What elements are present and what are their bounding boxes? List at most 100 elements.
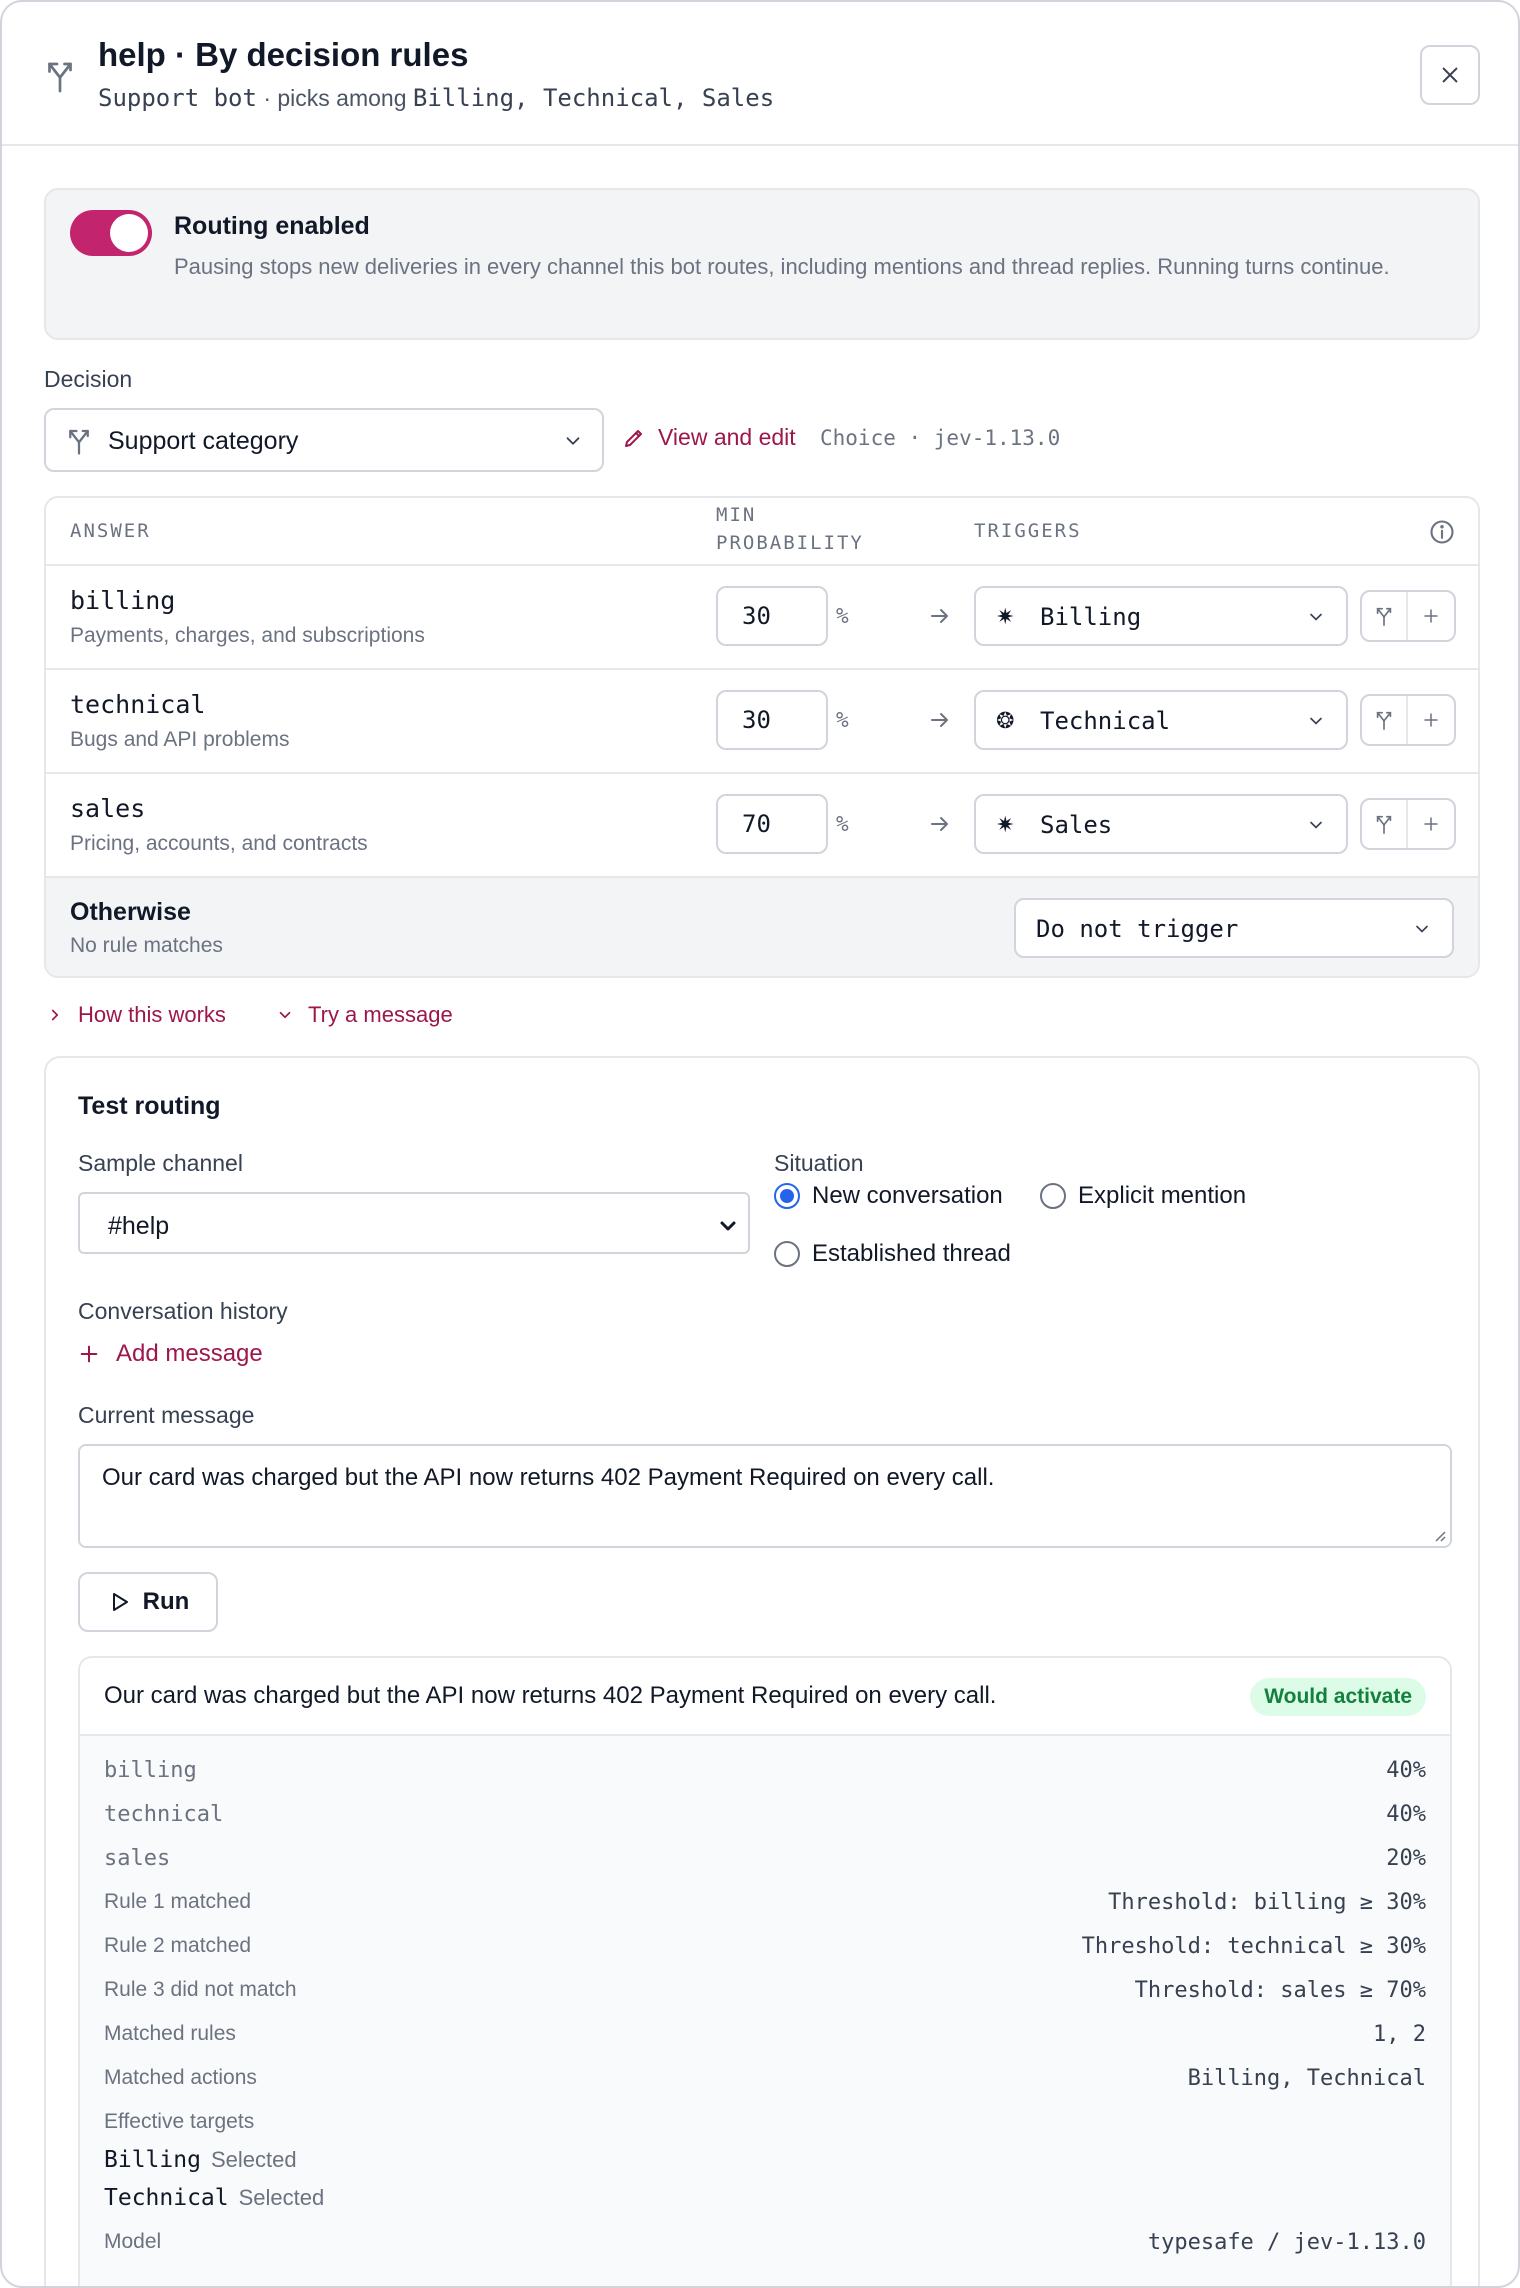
chevron-down-icon (720, 1221, 736, 1231)
toggle-knob (110, 214, 148, 252)
otherwise-subtitle: No rule matches (70, 934, 223, 957)
radio-label: Established thread (812, 1240, 1011, 1267)
picks-text: · picks among (263, 85, 407, 111)
add-message-button[interactable]: Add message (78, 1340, 263, 1368)
otherwise-select[interactable]: Do not trigger (1014, 898, 1454, 958)
bot-name: Support bot (98, 84, 257, 112)
panel-header: help · By decision rules Support bot · p… (2, 2, 1518, 146)
arrow-right-icon (931, 713, 948, 727)
trigger-select[interactable]: ❂ Technical (974, 690, 1348, 750)
effective-targets-row: Effective targets (104, 2110, 1426, 2140)
current-message-value: Our card was charged but the API now ret… (102, 1464, 995, 1491)
effective-targets-label: Effective targets (104, 2110, 255, 2133)
rule-result-value: Threshold: sales ≥ 70% (1134, 1978, 1426, 2003)
chevron-down-icon (1416, 925, 1428, 933)
route-split-icon (1376, 711, 1392, 730)
trigger-select[interactable]: ✷ Sales (974, 794, 1348, 854)
technical-bot-icon: ❂ (996, 708, 1015, 733)
route-split-icon (69, 429, 89, 455)
rule-result-row: Rule 3 did not match Threshold: sales ≥ 7… (104, 1978, 1426, 2008)
radio-new-conversation[interactable]: New conversation (774, 1182, 1003, 1210)
effective-target: Billing Selected (104, 2146, 297, 2173)
matched-rules-value: 1, 2 (1373, 2022, 1426, 2047)
test-result: Our card was charged but the API now ret… (78, 1656, 1452, 2286)
run-label: Run (142, 1588, 190, 1615)
trigger-value: Sales (1040, 811, 1113, 839)
rule-result-value: Threshold: technical ≥ 30% (1081, 1934, 1426, 1959)
min-probability-input[interactable]: 30 (716, 690, 828, 750)
score-value: 40% (1386, 1758, 1426, 1783)
rule-result-label: Rule 2 matched (104, 1934, 252, 1957)
how-this-works-label: How this works (78, 1002, 226, 1027)
score-label: sales (104, 1846, 171, 1871)
split-route-button[interactable] (1362, 592, 1409, 640)
routing-toggle-card: Routing enabled Pausing stops new delive… (44, 188, 1480, 340)
chevron-down-icon (1310, 821, 1322, 829)
plus-icon (1424, 713, 1438, 727)
picks-list: Billing, Technical, Sales (412, 84, 775, 112)
how-this-works-link[interactable]: How this works (46, 1002, 226, 1028)
status-badge: Would activate (1250, 1678, 1426, 1716)
radio-established-thread[interactable]: Established thread (774, 1240, 1011, 1268)
matched-rules-row: Matched rules 1, 2 (104, 2022, 1426, 2052)
otherwise-row: Otherwise No rule matches Do not trigger (46, 876, 1478, 976)
play-icon (112, 1593, 128, 1611)
rule-actions (1360, 798, 1456, 850)
test-routing-title: Test routing (78, 1092, 221, 1120)
score-row: sales 20% (104, 1846, 1426, 1876)
add-trigger-button[interactable] (1408, 800, 1454, 848)
sample-channel-label: Sample channel (78, 1150, 243, 1176)
routing-panel: help · By decision rules Support bot · p… (0, 0, 1520, 2288)
decision-value: Support category (108, 427, 299, 455)
trigger-value: Billing (1040, 603, 1142, 631)
split-route-button[interactable] (1362, 800, 1409, 848)
panel-subtitle: Support bot · picks among Billing, Techn… (98, 84, 774, 112)
answer-name: technical (70, 690, 206, 719)
rule-actions (1360, 694, 1456, 746)
decision-select[interactable]: Support category (44, 408, 604, 472)
decision-label: Decision (44, 366, 133, 392)
answer-name: sales (70, 794, 146, 823)
col-probability: PROBABILITY (716, 532, 864, 554)
try-a-message-link[interactable]: Try a message (276, 1002, 453, 1028)
run-button[interactable]: Run (78, 1572, 218, 1632)
radio-label: New conversation (812, 1182, 1003, 1209)
target-name: Billing (104, 2147, 201, 2173)
min-probability-input[interactable]: 30 (716, 586, 828, 646)
add-trigger-button[interactable] (1408, 592, 1454, 640)
chevron-right-icon (51, 1009, 59, 1021)
rule-row: technical Bugs and API problems 30 % ❂ T… (46, 668, 1478, 772)
otherwise-value: Do not trigger (1036, 915, 1239, 943)
answer-name: billing (70, 586, 176, 615)
result-header: Our card was charged but the API now ret… (80, 1658, 1450, 1736)
info-icon[interactable] (1428, 518, 1456, 546)
sample-channel-select[interactable]: #help (78, 1192, 750, 1254)
score-row: technical 40% (104, 1802, 1426, 1832)
answer-desc: Pricing, accounts, and contracts (70, 832, 368, 855)
split-route-button[interactable] (1362, 696, 1409, 744)
trigger-select[interactable]: ✷ Billing (974, 586, 1348, 646)
view-edit-link[interactable]: View and edit (622, 424, 796, 451)
close-button[interactable] (1420, 45, 1480, 105)
add-message-label: Add message (116, 1340, 263, 1367)
score-label: technical (104, 1802, 224, 1827)
resize-handle-icon[interactable] (1432, 1528, 1446, 1542)
pencil-icon (625, 429, 642, 447)
decision-meta: Choice · jev-1.13.0 (820, 426, 1061, 450)
otherwise-title: Otherwise (70, 898, 191, 926)
result-details: billing 40% technical 40% sales 20% Rule 1 … (80, 1736, 1450, 2286)
chevron-down-icon (1310, 613, 1322, 621)
answer-desc: Payments, charges, and subscriptions (70, 624, 425, 647)
add-trigger-button[interactable] (1408, 696, 1454, 744)
radio-explicit-mention[interactable]: Explicit mention (1040, 1182, 1246, 1210)
routing-toggle[interactable] (70, 210, 152, 256)
rule-actions (1360, 590, 1456, 642)
current-message-label: Current message (78, 1402, 255, 1428)
rules-table: ANSWER MIN PROBABILITY TRIGGERS billing … (44, 496, 1480, 978)
route-split-icon (48, 62, 72, 93)
current-message-textarea[interactable]: Our card was charged but the API now ret… (78, 1444, 1452, 1548)
min-probability-input[interactable]: 70 (716, 794, 828, 854)
matched-actions-label: Matched actions (104, 2066, 257, 2089)
plus-icon (80, 1345, 98, 1363)
rule-result-value: Threshold: billing ≥ 30% (1108, 1890, 1426, 1915)
